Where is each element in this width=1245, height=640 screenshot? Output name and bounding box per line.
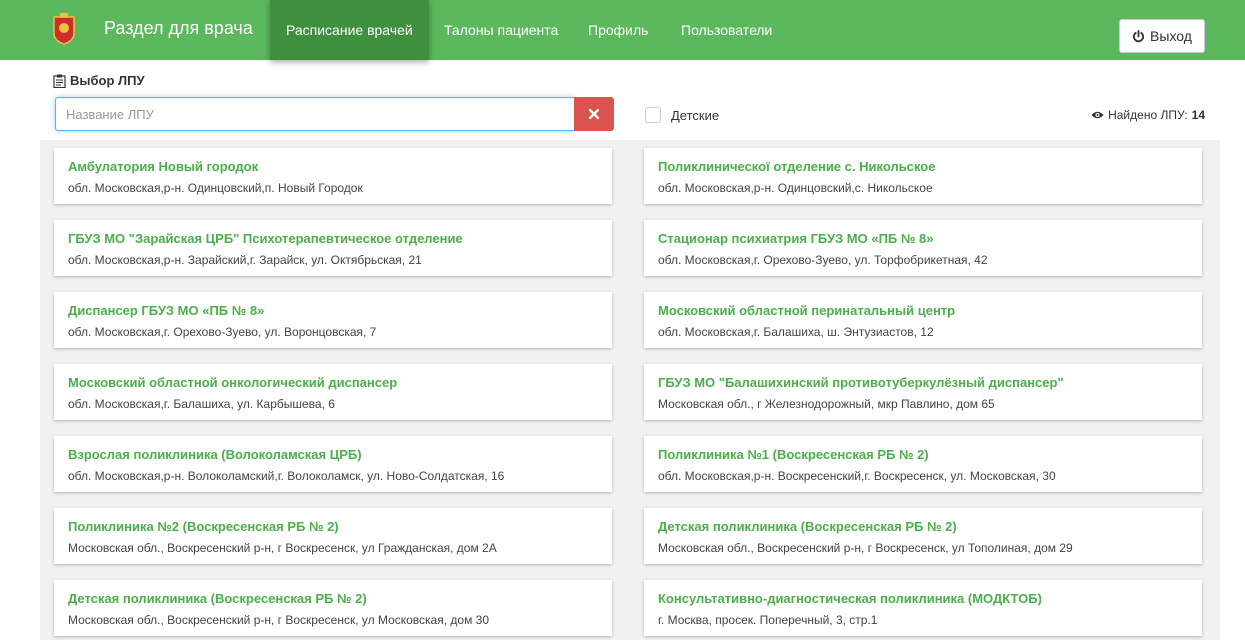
lpu-card[interactable]: Детская поликлиника (Воскресенская РБ № … xyxy=(54,580,612,636)
nav-users[interactable]: Пользователи xyxy=(681,0,772,60)
lpu-title[interactable]: Взрослая поликлиника (Волоколамская ЦРБ) xyxy=(68,447,362,462)
nav-profile[interactable]: Профиль xyxy=(588,0,648,60)
nav-doctor-schedule[interactable]: Расписание врачей xyxy=(270,0,429,60)
lpu-card[interactable]: Диспансер ГБУЗ МО «ПБ № 8» обл. Московск… xyxy=(54,292,612,348)
lpu-title[interactable]: ГБУЗ МО "Балашихинский противотуберкулёз… xyxy=(658,375,1064,390)
clear-search-button[interactable] xyxy=(574,97,614,131)
lpu-address: Московская обл., Воскресенский р-н, г Во… xyxy=(68,541,497,555)
lpu-address: обл. Московская,р-н. Одинцовский,с. Нико… xyxy=(658,181,933,195)
lpu-card[interactable]: Взрослая поликлиника (Волоколамская ЦРБ)… xyxy=(54,436,612,492)
lpu-card[interactable]: Детская поликлиника (Воскресенская РБ № … xyxy=(644,508,1202,564)
lpu-card[interactable]: Амбулатория Новый городок обл. Московска… xyxy=(54,148,612,204)
lpu-address: обл. Московская,р-н. Воскресенский,г. Во… xyxy=(658,469,1056,483)
children-checkbox[interactable] xyxy=(645,107,661,123)
lpu-address: обл. Московская,г. Балашиха, ш. Энтузиас… xyxy=(658,325,934,339)
lpu-title[interactable]: Детская поликлиника (Воскресенская РБ № … xyxy=(658,519,957,534)
lpu-title[interactable]: Московский областной перинатальный центр xyxy=(658,303,955,318)
lpu-address: г. Москва, просек. Поперечный, 3, стр.1 xyxy=(658,613,878,627)
lpu-address: Московская обл., г Железнодорожный, мкр … xyxy=(658,397,995,411)
found-number: 14 xyxy=(1191,108,1205,122)
lpu-card[interactable]: Поликлиника №1 (Воскресенская РБ № 2) об… xyxy=(644,436,1202,492)
lpu-title[interactable]: ГБУЗ МО "Зарайская ЦРБ" Психотерапевтиче… xyxy=(68,231,463,246)
lpu-address: обл. Московская,г. Орехово-Зуево, ул. То… xyxy=(658,253,988,267)
lpu-address: обл. Московская,г. Балашиха, ул. Карбыше… xyxy=(68,397,335,411)
lpu-title[interactable]: Консультативно-диагностическая поликлини… xyxy=(658,591,1042,606)
found-count: Найдено ЛПУ: 14 xyxy=(1091,108,1205,122)
lpu-address: обл. Московская,р-н. Одинцовский,п. Новы… xyxy=(68,181,363,195)
lpu-card[interactable]: ГБУЗ МО "Зарайская ЦРБ" Психотерапевтиче… xyxy=(54,220,612,276)
lpu-title[interactable]: Поликлиника №2 (Воскресенская РБ № 2) xyxy=(68,519,339,534)
children-filter: Детские xyxy=(645,107,719,123)
lpu-card[interactable]: ГБУЗ МО "Балашихинский противотуберкулёз… xyxy=(644,364,1202,420)
lpu-title[interactable]: Амбулатория Новый городок xyxy=(68,159,258,174)
eye-icon xyxy=(1091,111,1104,119)
power-icon xyxy=(1133,29,1145,42)
lpu-address: Московская обл., Воскресенский р-н, г Во… xyxy=(68,613,490,627)
close-icon xyxy=(589,109,599,119)
found-label: Найдено ЛПУ: xyxy=(1108,108,1188,122)
lpu-address: обл. Московская,р-н. Зарайский,г. Зарайс… xyxy=(68,253,422,267)
lpu-title[interactable]: Стационар психиатрия ГБУЗ МО «ПБ № 8» xyxy=(658,231,933,246)
children-checkbox-label[interactable]: Детские xyxy=(671,108,719,123)
logout-button[interactable]: Выход xyxy=(1119,19,1205,53)
top-navbar: Раздел для врача Расписание врачей Талон… xyxy=(0,0,1245,60)
logout-label: Выход xyxy=(1150,28,1192,44)
lpu-list: Амбулатория Новый городок обл. Московска… xyxy=(40,140,1220,640)
lpu-address: Московская обл., Воскресенский р-н, г Во… xyxy=(658,541,1073,555)
clipboard-icon xyxy=(53,74,66,88)
brand-title[interactable]: Раздел для врача xyxy=(104,16,253,40)
lpu-card[interactable]: Поликлиника №2 (Воскресенская РБ № 2) Мо… xyxy=(54,508,612,564)
lpu-title[interactable]: Московский областной онкологический дисп… xyxy=(68,375,397,390)
lpu-title[interactable]: Поликлиническої отделение с. Никольское xyxy=(658,159,935,174)
lpu-title[interactable]: Поликлиника №1 (Воскресенская РБ № 2) xyxy=(658,447,929,462)
lpu-address: обл. Московская,р-н. Волоколамский,г. Во… xyxy=(68,469,505,483)
nav-patient-tickets[interactable]: Талоны пациента xyxy=(444,0,558,60)
section-title: Выбор ЛПУ xyxy=(53,73,145,88)
lpu-address: обл. Московская,г. Орехово-Зуево, ул. Во… xyxy=(68,325,377,339)
coat-of-arms-logo[interactable] xyxy=(52,13,76,45)
lpu-card[interactable]: Консультативно-диагностическая поликлини… xyxy=(644,580,1202,636)
lpu-title[interactable]: Диспансер ГБУЗ МО «ПБ № 8» xyxy=(68,303,264,318)
lpu-search-input[interactable] xyxy=(55,97,575,131)
lpu-card[interactable]: Московский областной онкологический дисп… xyxy=(54,364,612,420)
lpu-card[interactable]: Стационар психиатрия ГБУЗ МО «ПБ № 8» об… xyxy=(644,220,1202,276)
lpu-card[interactable]: Московский областной перинатальный центр… xyxy=(644,292,1202,348)
lpu-title[interactable]: Детская поликлиника (Воскресенская РБ № … xyxy=(68,591,367,606)
lpu-card[interactable]: Поликлиническої отделение с. Никольское … xyxy=(644,148,1202,204)
section-title-label: Выбор ЛПУ xyxy=(70,73,145,88)
